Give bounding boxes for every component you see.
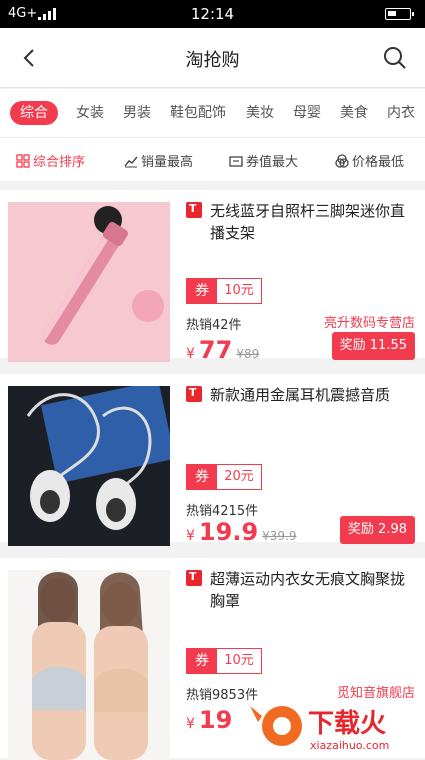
tab-category[interactable]: 母婴: [293, 101, 321, 125]
coupon-label: 券: [187, 279, 217, 303]
coupon-tag: 券 10元: [186, 648, 262, 674]
coupon-icon: [229, 155, 243, 167]
currency-symbol: ¥: [186, 716, 195, 732]
sort-coupon[interactable]: 券值最大: [229, 151, 298, 170]
sales-count: 热销4215件: [186, 504, 259, 519]
coupon-value: 10元: [224, 653, 254, 668]
page-title: 淘抢购: [185, 50, 240, 71]
tab-category[interactable]: 美食: [340, 101, 368, 125]
shop-name[interactable]: 亮升数码专营店: [324, 312, 415, 331]
currency-symbol: ¥: [186, 528, 195, 544]
category-tabs: 综合 女装 男装 鞋包配饰 美妆 母婴 美食 内衣: [0, 89, 425, 137]
sort-bar: 综合排序 销量最高 券值最大 价格最低: [0, 137, 425, 181]
product-image-earphones: [8, 386, 170, 546]
status-bar: 4G+ 12:14: [0, 0, 425, 28]
tmall-badge-icon: [186, 202, 202, 218]
sort-comprehensive[interactable]: 综合排序: [16, 151, 85, 170]
sort-label: 销量最高: [141, 155, 194, 170]
product-title: 无线蓝牙自照杆三脚架迷你直播支架: [210, 202, 406, 242]
currency-symbol: ¥: [186, 346, 195, 362]
sales-count: 热销42件: [186, 318, 242, 333]
tab-category[interactable]: 女装: [76, 101, 104, 125]
sort-label: 价格最低: [352, 155, 405, 170]
current-price: 77: [198, 336, 233, 364]
coupon-tag: 券 20元: [186, 464, 262, 490]
reward-button[interactable]: 奖励 11.55: [331, 332, 415, 360]
product-card[interactable]: 无线蓝牙自照杆三脚架迷你直播支架 券 10元 热销42件 亮升数码专营店 ¥ 7…: [0, 190, 425, 364]
watermark-text: 下载火: [308, 709, 386, 739]
coupon-value: 10元: [224, 283, 254, 298]
price: ¥ 19.9 ¥39.9: [186, 518, 297, 546]
sort-sales[interactable]: 销量最高: [124, 151, 193, 170]
trend-up-icon: [124, 156, 138, 167]
current-price: 19.9: [198, 518, 259, 546]
coupon-label: 券: [187, 649, 217, 673]
tab-category[interactable]: 男装: [123, 101, 151, 125]
grid-icon: [16, 153, 30, 168]
current-price: 19: [198, 706, 233, 734]
battery-icon: [385, 8, 414, 20]
price: ¥ 19: [186, 706, 232, 734]
clock: 12:14: [190, 5, 235, 23]
sort-label: 券值最大: [246, 155, 299, 170]
coupon-tag: 券 10元: [186, 278, 262, 304]
coins-icon: [335, 153, 349, 168]
sort-label: 综合排序: [33, 155, 86, 170]
tmall-badge-icon: [186, 570, 202, 586]
tab-category[interactable]: 鞋包配饰: [170, 101, 226, 125]
price: ¥ 77 ¥89: [186, 336, 259, 364]
tab-category[interactable]: 内衣: [387, 101, 415, 125]
app-header: 淘抢购: [0, 28, 425, 88]
sort-price[interactable]: 价格最低: [335, 151, 404, 170]
product-card[interactable]: 新款通用金属耳机震撼音质 券 20元 热销4215件 ¥ 19.9 ¥39.9 …: [0, 374, 425, 546]
product-image-selfie-stick: [8, 202, 170, 362]
reward-button[interactable]: 奖励 2.98: [339, 516, 415, 544]
coupon-value: 20元: [224, 469, 254, 484]
watermark-logo: 下载火 xiazaihuo.com: [250, 706, 389, 752]
product-title: 新款通用金属耳机震撼音质: [210, 386, 391, 404]
watermark-domain: xiazaihuo.com: [310, 739, 389, 752]
search-icon[interactable]: [383, 46, 407, 70]
coupon-label: 券: [187, 465, 217, 489]
original-price: ¥39.9: [262, 529, 297, 543]
original-price: ¥89: [236, 347, 260, 361]
product-image-bra: [8, 570, 170, 760]
product-title: 超薄运动内衣女无痕文胸聚拢胸罩: [210, 570, 406, 610]
tmall-badge-icon: [186, 386, 202, 402]
tab-category[interactable]: 美妆: [246, 101, 274, 125]
tab-category[interactable]: 综合: [10, 101, 58, 125]
